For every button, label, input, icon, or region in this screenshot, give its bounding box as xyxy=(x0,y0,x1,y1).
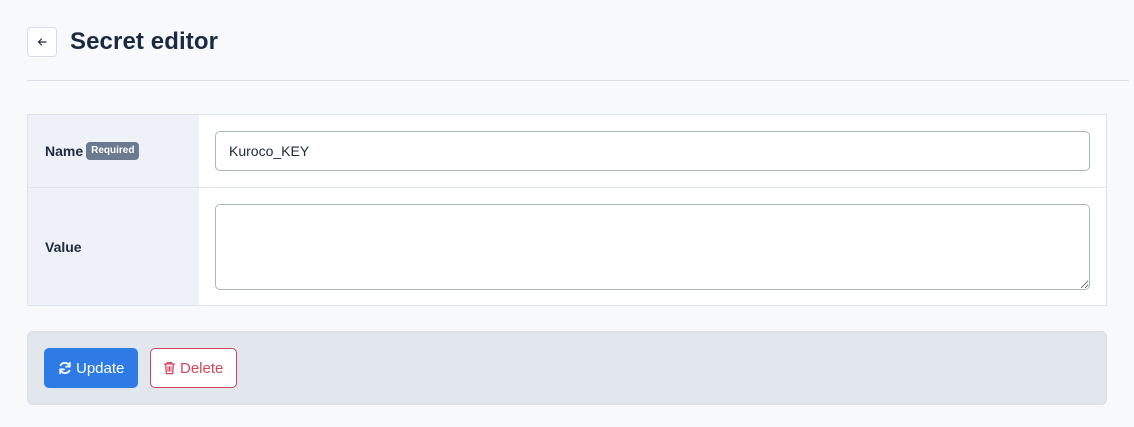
delete-button-label: Delete xyxy=(180,359,224,377)
name-input-cell xyxy=(199,115,1106,187)
value-label: Value xyxy=(45,238,82,255)
refresh-icon xyxy=(58,361,72,375)
page-title: Secret editor xyxy=(70,28,219,55)
update-button-label: Update xyxy=(76,359,125,377)
secret-form: Name Required Value xyxy=(27,114,1107,306)
value-row: Value xyxy=(28,187,1106,305)
trash-icon xyxy=(163,361,176,375)
delete-button[interactable]: Delete xyxy=(150,348,237,388)
name-label: Name xyxy=(45,143,84,159)
update-button[interactable]: Update xyxy=(44,348,138,388)
arrow-left-icon xyxy=(37,38,47,46)
required-badge: Required xyxy=(86,142,140,160)
action-bar: Update Delete xyxy=(27,331,1107,405)
value-textarea[interactable] xyxy=(215,204,1090,290)
name-label-cell: Name Required xyxy=(28,115,199,187)
name-input[interactable] xyxy=(215,131,1090,171)
back-button[interactable] xyxy=(27,27,57,57)
value-input-cell xyxy=(199,188,1106,305)
page-header: Secret editor xyxy=(27,26,218,58)
value-label-cell: Value xyxy=(28,188,199,305)
name-row: Name Required xyxy=(28,115,1106,187)
header-divider xyxy=(27,80,1129,81)
